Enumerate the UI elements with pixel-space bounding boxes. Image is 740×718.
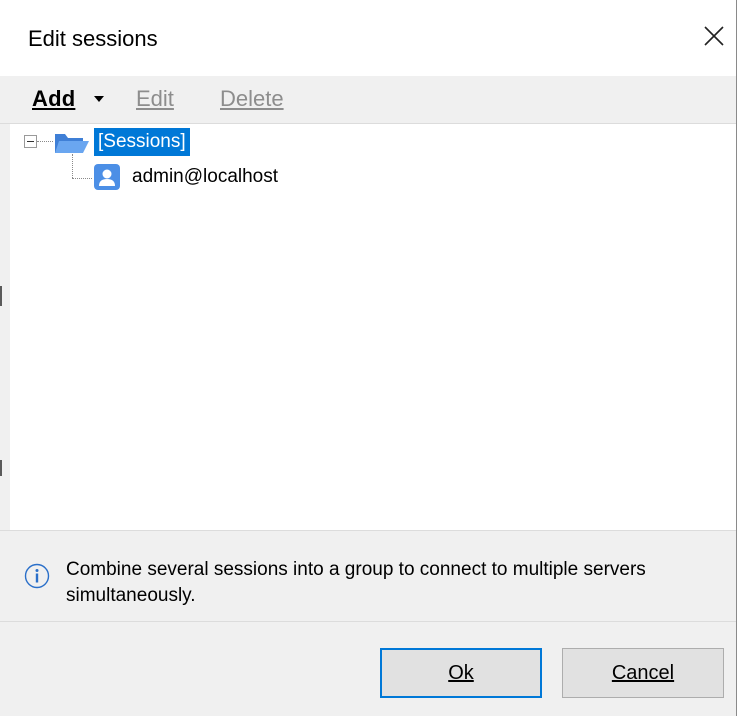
close-icon (704, 26, 724, 46)
add-button-label: Add (32, 86, 76, 111)
edit-button[interactable]: Edit (132, 84, 178, 114)
tree-connector (72, 178, 92, 179)
dialog-footer: Ok Cancel (0, 622, 736, 716)
collapse-toggle-icon[interactable] (24, 135, 37, 148)
delete-button[interactable]: Delete (216, 84, 288, 114)
dialog-title: Edit sessions (28, 26, 158, 51)
window-edge-mark (0, 286, 2, 306)
close-button[interactable] (692, 12, 736, 60)
cancel-button-label: Cancel (611, 661, 675, 684)
info-icon (24, 563, 50, 589)
user-icon (94, 164, 120, 190)
cancel-button[interactable]: Cancel (562, 648, 724, 698)
tree-root-sessions[interactable]: [Sessions] (94, 128, 190, 156)
add-button[interactable]: Add (28, 84, 79, 114)
tree-item-session[interactable]: admin@localhost (132, 163, 278, 191)
add-dropdown-arrow-icon[interactable] (94, 96, 104, 102)
open-folder-icon (55, 134, 89, 153)
edit-button-label: Edit (136, 86, 174, 111)
ok-button[interactable]: Ok (380, 648, 542, 698)
window-edge-mark (0, 460, 2, 476)
toolbar: Add Edit Delete (0, 76, 736, 124)
info-panel: Combine several sessions into a group to… (0, 530, 736, 622)
info-message: Combine several sessions into a group to… (66, 559, 646, 606)
ok-button-label: Ok (448, 661, 474, 684)
tree-connector (72, 154, 73, 178)
sessions-tree[interactable]: [Sessions] admin@localhost (10, 124, 736, 530)
delete-button-label: Delete (220, 86, 284, 111)
edit-sessions-dialog: Edit sessions Add Edit Delete [Sessions] (0, 0, 737, 716)
title-bar: Edit sessions (0, 0, 736, 76)
tree-connector (37, 141, 53, 142)
